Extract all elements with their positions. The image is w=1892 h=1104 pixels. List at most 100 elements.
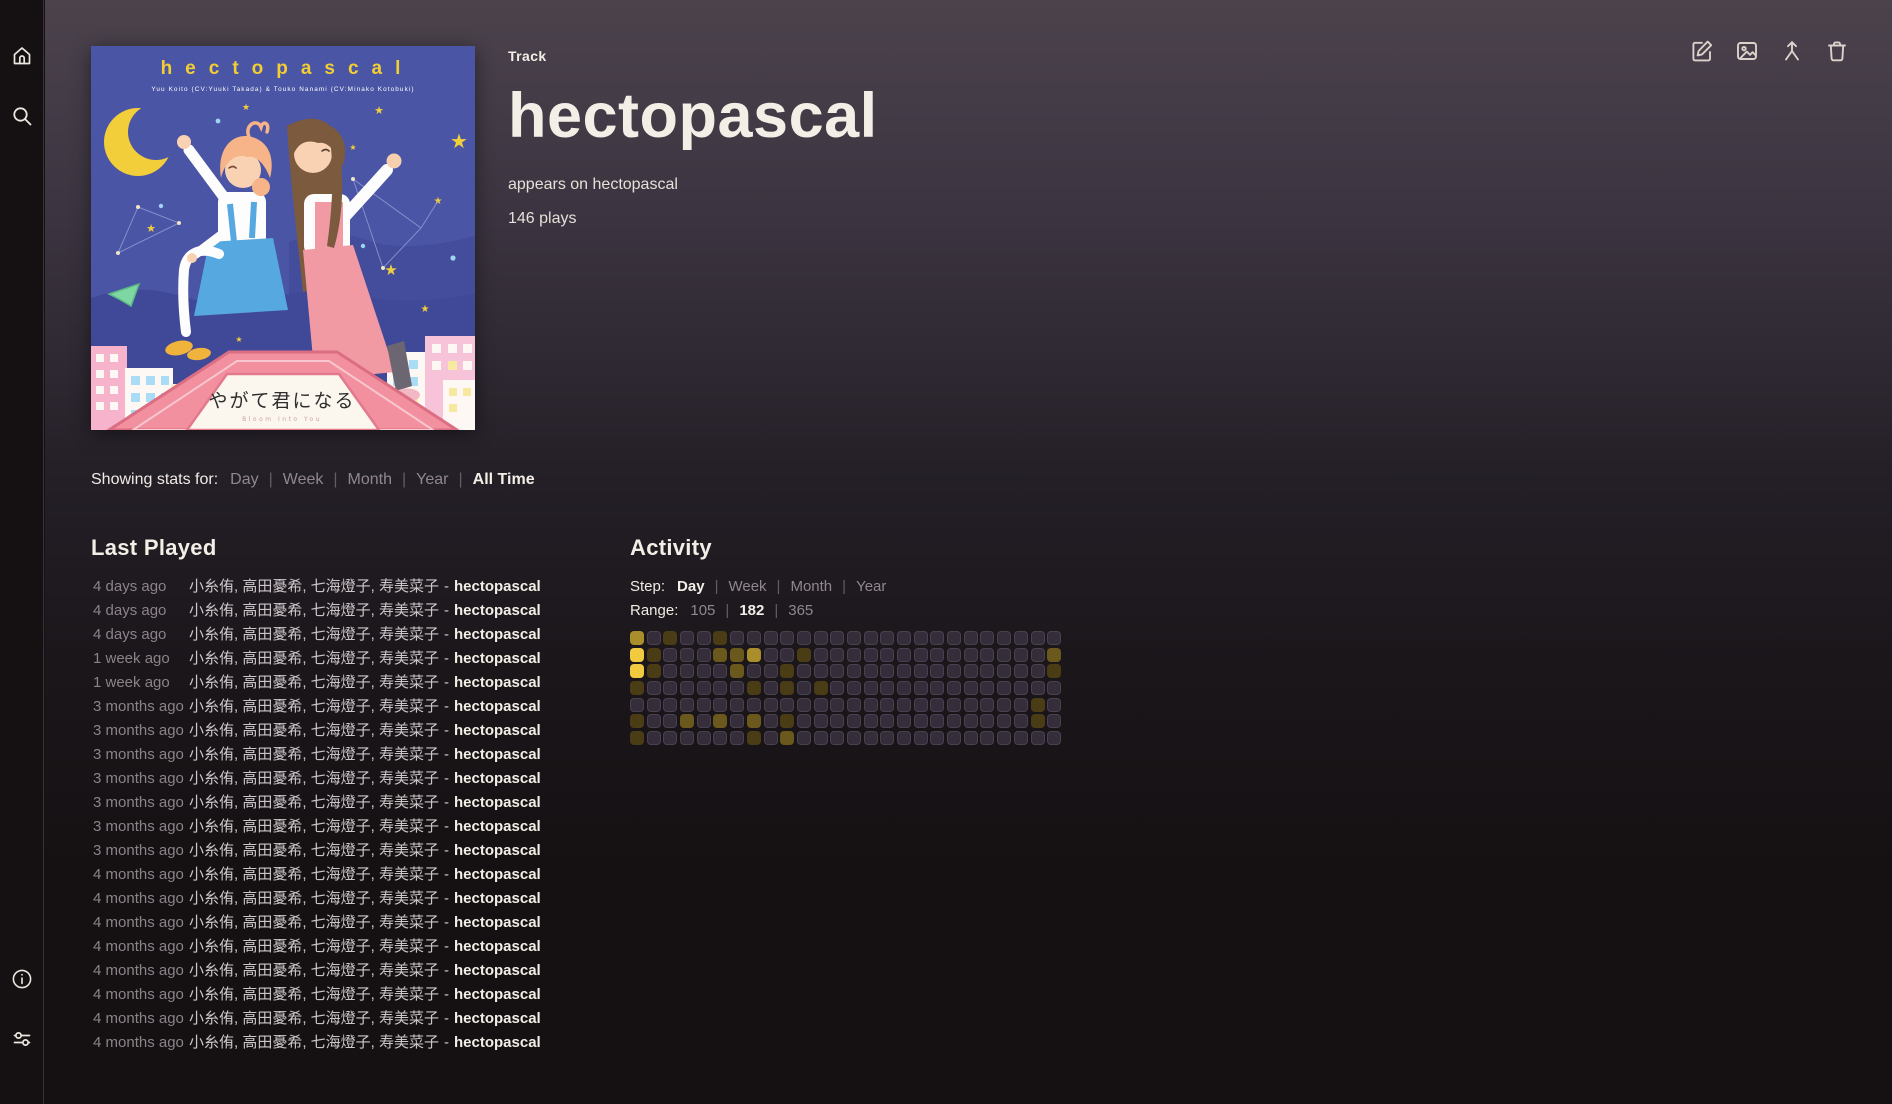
scrobble-artists-link[interactable]: 小糸侑, 高田憂希, 七海燈子, 寿美菜子 (189, 887, 439, 911)
step-option-day[interactable]: Day (677, 575, 705, 599)
scrobble-track-link[interactable]: hectopascal (454, 815, 541, 839)
heatmap-cell (764, 714, 778, 728)
scrobble-track-link[interactable]: hectopascal (454, 743, 541, 767)
track-actions (1689, 38, 1850, 64)
heatmap-cell (947, 664, 961, 678)
scrobble-track-link[interactable]: hectopascal (454, 599, 541, 623)
separator: - (444, 791, 449, 815)
scrobble-track-link[interactable]: hectopascal (454, 671, 541, 695)
merge-icon[interactable] (1779, 38, 1805, 64)
scrobble-track-link[interactable]: hectopascal (454, 935, 541, 959)
scrobble-track-link[interactable]: hectopascal (454, 623, 541, 647)
scrobble-artists-link[interactable]: 小糸侑, 高田憂希, 七海燈子, 寿美菜子 (189, 743, 439, 767)
info-icon[interactable] (10, 967, 34, 991)
heatmap-cell (663, 664, 677, 678)
edit-icon[interactable] (1689, 38, 1715, 64)
scrobble-track-link[interactable]: hectopascal (454, 1031, 541, 1055)
heatmap-cell (930, 664, 944, 678)
scrobble-artists-link[interactable]: 小糸侑, 高田憂希, 七海燈子, 寿美菜子 (189, 935, 439, 959)
range-label: Range: (630, 599, 678, 623)
heatmap-cell (1014, 648, 1028, 662)
scrobble-time: 4 months ago (91, 1031, 189, 1055)
scrobble-track-link[interactable]: hectopascal (454, 719, 541, 743)
stats-filter-option-week[interactable]: Week (283, 471, 324, 489)
scrobble-artists-link[interactable]: 小糸侑, 高田憂希, 七海燈子, 寿美菜子 (189, 1031, 439, 1055)
scrobble-artists-link[interactable]: 小糸侑, 高田憂希, 七海燈子, 寿美菜子 (189, 1007, 439, 1031)
scrobble-track-link[interactable]: hectopascal (454, 575, 541, 599)
scrobble-artists-link[interactable]: 小糸侑, 高田憂希, 七海燈子, 寿美菜子 (189, 599, 439, 623)
scrobble-track-link[interactable]: hectopascal (454, 839, 541, 863)
separator: - (444, 743, 449, 767)
heatmap-cell (997, 681, 1011, 695)
scrobble-track-link[interactable]: hectopascal (454, 767, 541, 791)
heatmap-cell (730, 714, 744, 728)
scrobble-artists-link[interactable]: 小糸侑, 高田憂希, 七海燈子, 寿美菜子 (189, 767, 439, 791)
separator: | (269, 471, 273, 489)
scrobble-track-link[interactable]: hectopascal (454, 911, 541, 935)
scrobble-artists-link[interactable]: 小糸侑, 高田憂希, 七海燈子, 寿美菜子 (189, 791, 439, 815)
search-icon[interactable] (10, 104, 34, 128)
scrobble-track-link[interactable]: hectopascal (454, 959, 541, 983)
heatmap-cell (797, 648, 811, 662)
home-icon[interactable] (10, 44, 34, 68)
heatmap-cell (980, 664, 994, 678)
settings-icon[interactable] (10, 1027, 34, 1051)
scrobble-artists-link[interactable]: 小糸侑, 高田憂希, 七海燈子, 寿美菜子 (189, 647, 439, 671)
range-option-365[interactable]: 365 (788, 599, 813, 623)
heatmap-cell (964, 681, 978, 695)
scrobble-artists-link[interactable]: 小糸侑, 高田憂希, 七海燈子, 寿美菜子 (189, 671, 439, 695)
heatmap-cell (1047, 714, 1061, 728)
scrobble-artists-link[interactable]: 小糸侑, 高田憂希, 七海燈子, 寿美菜子 (189, 719, 439, 743)
heatmap-cell (997, 631, 1011, 645)
heatmap-cell (680, 731, 694, 745)
scrobble-track-link[interactable]: hectopascal (454, 983, 541, 1007)
step-option-week[interactable]: Week (728, 575, 766, 599)
last-played-row: 4 months ago小糸侑, 高田憂希, 七海燈子, 寿美菜子-hectop… (91, 1007, 630, 1031)
range-option-105[interactable]: 105 (690, 599, 715, 623)
step-option-month[interactable]: Month (790, 575, 832, 599)
scrobble-artists-link[interactable]: 小糸侑, 高田憂希, 七海燈子, 寿美菜子 (189, 575, 439, 599)
stats-filter-option-month[interactable]: Month (348, 471, 392, 489)
separator: - (444, 863, 449, 887)
stats-filter-option-all-time[interactable]: All Time (473, 471, 535, 489)
scrobble-artists-link[interactable]: 小糸侑, 高田憂希, 七海燈子, 寿美菜子 (189, 983, 439, 1007)
cover-title: hectopascal (161, 58, 414, 79)
heatmap-cell (947, 631, 961, 645)
range-option-182[interactable]: 182 (739, 599, 764, 623)
heatmap-cell (713, 731, 727, 745)
scrobble-track-link[interactable]: hectopascal (454, 1007, 541, 1031)
scrobble-artists-link[interactable]: 小糸侑, 高田憂希, 七海燈子, 寿美菜子 (189, 911, 439, 935)
image-icon[interactable] (1734, 38, 1760, 64)
heatmap-cell (697, 664, 711, 678)
heatmap-cell (1047, 681, 1061, 695)
scrobble-track-link[interactable]: hectopascal (454, 887, 541, 911)
step-option-year[interactable]: Year (856, 575, 886, 599)
heatmap-cell (663, 648, 677, 662)
cover-banner-subtext: Bloom Into You (242, 416, 322, 423)
scrobble-artists-link[interactable]: 小糸侑, 高田憂希, 七海燈子, 寿美菜子 (189, 959, 439, 983)
scrobble-track-link[interactable]: hectopascal (454, 863, 541, 887)
stats-filter-option-day[interactable]: Day (230, 471, 258, 489)
scrobble-artists-link[interactable]: 小糸侑, 高田憂希, 七海燈子, 寿美菜子 (189, 815, 439, 839)
scrobble-artists-link[interactable]: 小糸侑, 高田憂希, 七海燈子, 寿美菜子 (189, 695, 439, 719)
heatmap-cell (697, 631, 711, 645)
heatmap-cell (680, 681, 694, 695)
heatmap-cell (847, 664, 861, 678)
heatmap-cell (747, 698, 761, 712)
last-played-row: 3 months ago小糸侑, 高田憂希, 七海燈子, 寿美菜子-hectop… (91, 815, 630, 839)
album-link[interactable]: hectopascal (593, 176, 678, 193)
heatmap-cell (647, 714, 661, 728)
scrobble-track-link[interactable]: hectopascal (454, 791, 541, 815)
heatmap-cell (864, 681, 878, 695)
scrobble-track-link[interactable]: hectopascal (454, 647, 541, 671)
heatmap-cell (1031, 698, 1045, 712)
scrobble-artists-link[interactable]: 小糸侑, 高田憂希, 七海燈子, 寿美菜子 (189, 623, 439, 647)
heatmap-cell (680, 714, 694, 728)
heatmap-cell (947, 698, 961, 712)
trash-icon[interactable] (1824, 38, 1850, 64)
stats-filter-option-year[interactable]: Year (416, 471, 448, 489)
scrobble-track-link[interactable]: hectopascal (454, 695, 541, 719)
scrobble-artists-link[interactable]: 小糸侑, 高田憂希, 七海燈子, 寿美菜子 (189, 839, 439, 863)
separator: - (444, 1007, 449, 1031)
scrobble-artists-link[interactable]: 小糸侑, 高田憂希, 七海燈子, 寿美菜子 (189, 863, 439, 887)
